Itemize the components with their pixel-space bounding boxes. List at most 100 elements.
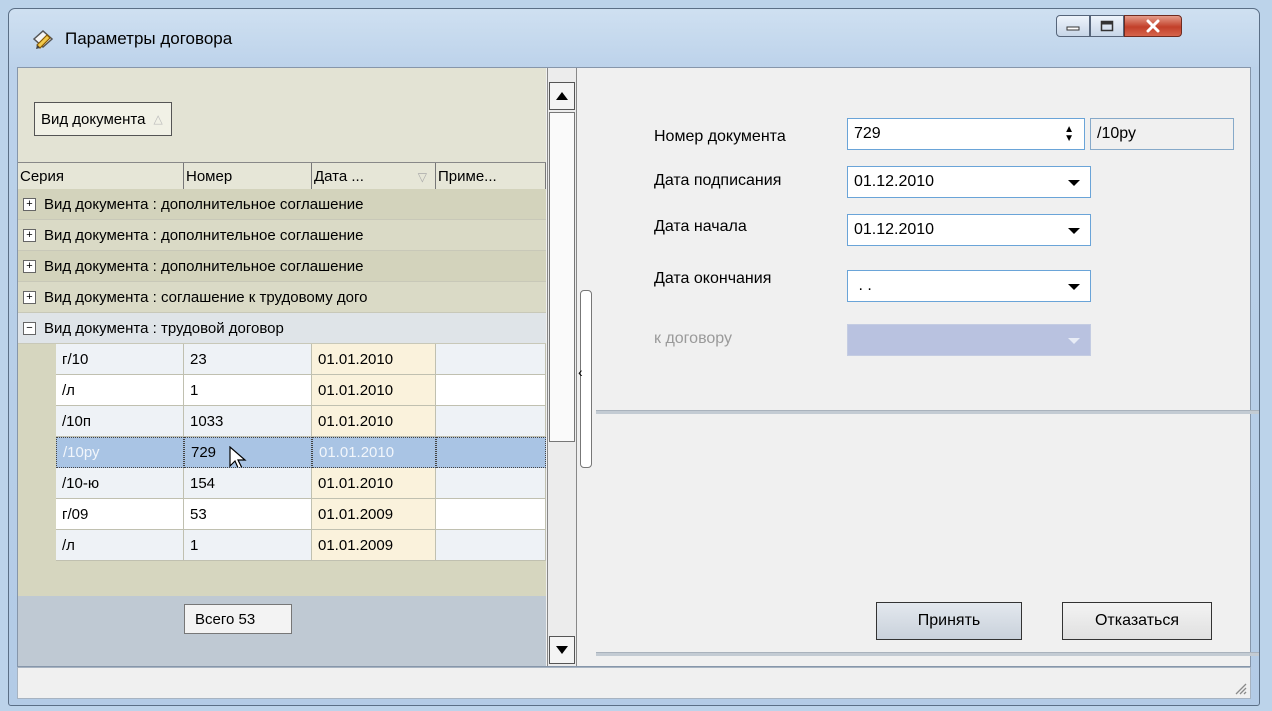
scroll-up-button[interactable] (549, 82, 575, 110)
cell-primechanie[interactable] (436, 344, 546, 375)
close-button[interactable] (1124, 15, 1182, 37)
table-row[interactable]: /10-ю 154 01.01.2010 (18, 468, 546, 499)
group-row-label: Вид документа : дополнительное соглашени… (44, 226, 364, 244)
table-row[interactable]: г/10 23 01.01.2010 (18, 344, 546, 375)
column-header-primechanie[interactable]: Приме... (436, 163, 546, 190)
chevron-left-icon[interactable]: ‹ (578, 364, 583, 380)
maximize-button[interactable] (1090, 15, 1124, 37)
panel-splitter[interactable]: ‹ (578, 68, 596, 666)
doc-number-value: 729 (854, 125, 881, 142)
accept-button[interactable]: Принять (876, 602, 1022, 640)
expand-icon[interactable]: + (23, 290, 36, 304)
table-row[interactable]: г/09 53 01.01.2009 (18, 499, 546, 530)
expand-icon[interactable]: + (23, 197, 36, 211)
cell-data[interactable]: 01.01.2010 (312, 437, 436, 468)
cell-seria[interactable]: /10ру (56, 437, 184, 468)
doc-series-value: /10ру (1097, 125, 1136, 142)
row-indent (18, 437, 56, 468)
row-indent (18, 468, 56, 499)
column-header-seria[interactable]: Серия (18, 163, 184, 190)
dialog-client-area: Вид документа △ Серия Номер Дата ... ▽ П… (17, 67, 1259, 667)
group-by-panel: Вид документа △ (18, 68, 546, 162)
mouse-cursor-icon (229, 446, 247, 467)
cell-nomer[interactable]: 1 (184, 530, 312, 561)
cell-data[interactable]: 01.01.2009 (312, 499, 436, 530)
group-row[interactable]: + Вид документа : дополнительное соглаше… (18, 189, 546, 220)
cell-data[interactable]: 01.01.2010 (312, 375, 436, 406)
cell-nomer[interactable]: 1 (184, 375, 312, 406)
group-row-label: Вид документа : трудовой договор (44, 319, 284, 337)
table-row-selected[interactable]: /10ру 729 01.01.2010 (18, 437, 546, 468)
data-rows: г/10 23 01.01.2010 /л 1 01.01.2010 /10п … (18, 344, 546, 561)
contract-form-panel: Номер документа 729 ▲ ▼ /10ру Дата подпис… (596, 68, 1259, 666)
title-bar[interactable]: Параметры договора (9, 9, 1259, 67)
cell-primechanie[interactable] (436, 468, 546, 499)
scroll-thumb[interactable] (549, 112, 575, 442)
cell-nomer[interactable]: 53 (184, 499, 312, 530)
doc-number-label: Номер документа (654, 128, 786, 145)
cell-nomer[interactable]: 729 (184, 437, 312, 468)
cell-nomer[interactable]: 1033 (184, 406, 312, 437)
minimize-button[interactable] (1056, 15, 1090, 37)
cell-primechanie[interactable] (436, 406, 546, 437)
row-indent (18, 499, 56, 530)
cell-primechanie[interactable] (436, 530, 546, 561)
table-row[interactable]: /л 1 01.01.2010 (18, 375, 546, 406)
end-date-picker[interactable]: . . (847, 270, 1091, 302)
column-header-nomer[interactable]: Номер (184, 163, 312, 190)
row-indent (18, 530, 56, 561)
close-icon (1146, 19, 1160, 33)
doc-number-spinbox[interactable]: 729 ▲ ▼ (847, 118, 1085, 150)
cell-nomer-value: 729 (191, 444, 217, 461)
cell-data[interactable]: 01.01.2010 (312, 406, 436, 437)
column-header-data[interactable]: Дата ... ▽ (312, 163, 436, 190)
divider (596, 410, 1259, 414)
cell-seria[interactable]: /л (56, 530, 184, 561)
expand-icon[interactable]: + (23, 259, 36, 273)
cell-seria[interactable]: /10-ю (56, 468, 184, 499)
grid-vertical-scrollbar[interactable] (547, 68, 577, 666)
scroll-down-button[interactable] (549, 636, 575, 664)
documents-grid: Вид документа △ Серия Номер Дата ... ▽ П… (18, 68, 546, 666)
cell-nomer[interactable]: 154 (184, 468, 312, 499)
resize-grip-icon[interactable] (1233, 681, 1247, 695)
chevron-down-icon[interactable] (1068, 284, 1080, 290)
cancel-button[interactable]: Отказаться (1062, 602, 1212, 640)
column-header-data-label: Дата ... (314, 168, 364, 185)
group-row[interactable]: + Вид документа : соглашение к трудовому… (18, 282, 546, 313)
cell-seria[interactable]: г/10 (56, 344, 184, 375)
collapse-icon[interactable]: − (23, 321, 36, 335)
group-row-label: Вид документа : соглашение к трудовому д… (44, 288, 368, 306)
spinner-arrows-icon[interactable]: ▲ ▼ (1064, 125, 1074, 144)
group-row[interactable]: + Вид документа : дополнительное соглаше… (18, 220, 546, 251)
cell-seria[interactable]: г/09 (56, 499, 184, 530)
group-row[interactable]: − Вид документа : трудовой договор (18, 313, 546, 344)
start-date-picker[interactable]: 01.12.2010 (847, 214, 1091, 246)
start-date-value: 01.12.2010 (854, 221, 935, 238)
table-row[interactable]: /10п 1033 01.01.2010 (18, 406, 546, 437)
group-row[interactable]: + Вид документа : дополнительное соглаше… (18, 251, 546, 282)
sign-date-picker[interactable]: 01.12.2010 (847, 166, 1091, 198)
cell-data[interactable]: 01.01.2010 (312, 344, 436, 375)
table-row[interactable]: /л 1 01.01.2009 (18, 530, 546, 561)
cell-primechanie[interactable] (436, 437, 546, 468)
chevron-down-icon[interactable] (1068, 228, 1080, 234)
group-by-chip[interactable]: Вид документа △ (34, 102, 172, 136)
cell-primechanie[interactable] (436, 499, 546, 530)
cell-nomer[interactable]: 23 (184, 344, 312, 375)
cell-data[interactable]: 01.01.2010 (312, 468, 436, 499)
expand-icon[interactable]: + (23, 228, 36, 242)
sign-date-label: Дата подписания (654, 172, 782, 189)
group-by-chip-label: Вид документа (41, 110, 146, 128)
maximize-icon (1100, 20, 1114, 32)
cell-data[interactable]: 01.01.2009 (312, 530, 436, 561)
end-date-label: Дата окончания (654, 270, 772, 287)
chevron-down-icon[interactable] (1068, 180, 1080, 186)
sort-desc-icon: ▽ (417, 169, 427, 184)
triangle-down-icon (556, 646, 568, 654)
document-pen-icon (32, 29, 54, 49)
cell-primechanie[interactable] (436, 375, 546, 406)
cell-seria[interactable]: /л (56, 375, 184, 406)
chevron-down-icon (1068, 338, 1080, 344)
cell-seria[interactable]: /10п (56, 406, 184, 437)
